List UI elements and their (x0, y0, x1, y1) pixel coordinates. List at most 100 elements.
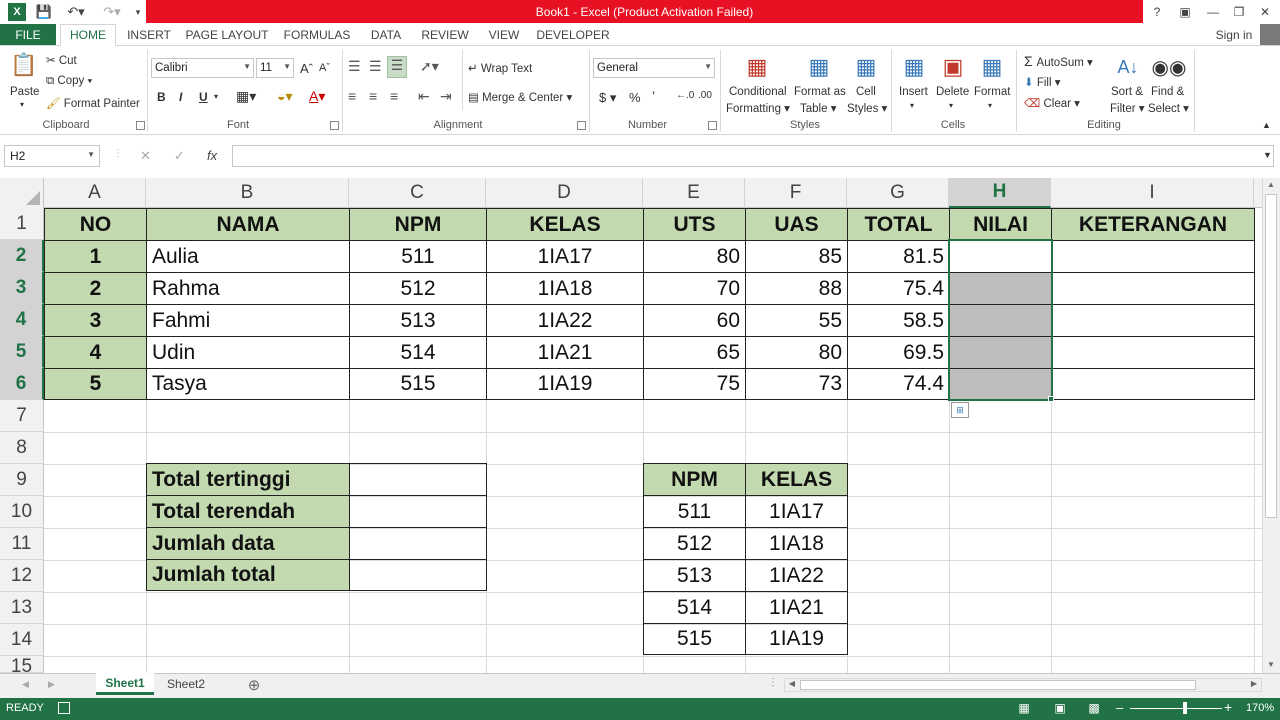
next-sheet-icon[interactable]: ▶ (48, 679, 55, 690)
table-cell[interactable] (1051, 336, 1255, 369)
summary-label-cell[interactable]: Total tertinggi (146, 463, 350, 496)
number-format-select[interactable]: General ▼ (593, 58, 715, 78)
table-cell[interactable]: 1 (44, 240, 147, 273)
horizontal-scroll-thumb[interactable] (800, 680, 1196, 690)
conditional-formatting-button[interactable]: ▦ Conditional Formatting ▾ (724, 52, 790, 116)
table-cell[interactable]: 1IA22 (486, 304, 644, 337)
table-cell[interactable]: 60 (643, 304, 746, 337)
tab-data[interactable]: DATA (366, 24, 406, 46)
format-as-table-button[interactable]: ▦ Format as Table ▾ (792, 52, 846, 116)
table-cell[interactable]: Udin (146, 336, 350, 369)
table-cell[interactable]: 65 (643, 336, 746, 369)
redo-icon[interactable]: ↷▾ (98, 2, 126, 22)
selected-cell[interactable] (949, 368, 1052, 400)
tab-review[interactable]: REVIEW (418, 24, 472, 46)
table-cell[interactable]: 69.5 (847, 336, 950, 369)
macro-record-icon[interactable] (58, 702, 70, 714)
column-header-a[interactable]: A (44, 178, 146, 208)
sort-filter-button[interactable]: A↓ Sort & Filter ▾ (1108, 52, 1148, 116)
table-cell[interactable]: Tasya (146, 368, 350, 400)
lookup-cell[interactable]: 1IA17 (745, 495, 848, 528)
confirm-entry-button[interactable]: ✓ (174, 148, 185, 164)
align-right-icon[interactable]: ≡ (390, 88, 398, 104)
summary-value-cell[interactable] (349, 527, 487, 560)
tab-view[interactable]: VIEW (484, 24, 524, 46)
avatar[interactable] (1260, 24, 1280, 46)
header-cell-kelas[interactable]: KELAS (486, 208, 644, 241)
row-header-4[interactable]: 4 (0, 304, 44, 336)
dialog-launcher-icon[interactable] (330, 121, 339, 130)
name-box[interactable]: H2 ▼ (4, 145, 100, 167)
summary-label-cell[interactable]: Total terendah (146, 495, 350, 528)
increase-indent-icon[interactable]: ⇥ (440, 88, 452, 105)
row-header-8[interactable]: 8 (0, 432, 44, 464)
column-header-b[interactable]: B (146, 178, 349, 208)
paste-button[interactable]: 📋 Paste ▾ (6, 52, 42, 114)
customize-qat-icon[interactable]: ▾ (132, 2, 144, 22)
fill-color-icon[interactable]: ◒▾ (277, 88, 292, 105)
format-cells-button[interactable]: ▦ Format ▾ (972, 52, 1012, 116)
lookup-cell[interactable]: 511 (643, 495, 746, 528)
table-cell[interactable]: 2 (44, 272, 147, 305)
zoom-level[interactable]: 170% (1246, 702, 1274, 714)
undo-icon[interactable]: ↶▾ (62, 2, 90, 22)
column-header-f[interactable]: F (745, 178, 847, 208)
new-sheet-button[interactable]: ⊕ (244, 675, 264, 695)
lookup-cell[interactable]: 514 (643, 591, 746, 624)
lookup-cell[interactable]: 1IA22 (745, 559, 848, 592)
lookup-cell[interactable]: 1IA18 (745, 527, 848, 560)
autosum-button[interactable]: Σ AutoSum ▾ (1024, 53, 1093, 69)
header-cell-nama[interactable]: NAMA (146, 208, 350, 241)
expand-formula-bar-icon[interactable]: ▼ (1263, 150, 1272, 160)
table-cell[interactable] (1051, 240, 1255, 273)
header-cell-no[interactable]: NO (44, 208, 147, 241)
bold-button[interactable]: B (157, 90, 166, 104)
cut-button[interactable]: ✂ Cut (46, 53, 77, 67)
fill-button[interactable]: ⬇ Fill ▾ (1024, 75, 1061, 89)
row-header-14[interactable]: 14 (0, 624, 44, 656)
table-cell[interactable] (1051, 304, 1255, 337)
comma-button[interactable]: ’ (652, 88, 655, 104)
row-header-3[interactable]: 3 (0, 272, 44, 304)
table-cell[interactable] (1051, 272, 1255, 305)
copy-button[interactable]: ⧉ Copy ▾ (46, 75, 92, 88)
column-header-e[interactable]: E (643, 178, 745, 208)
ribbon-display-icon[interactable]: ▣ (1172, 1, 1198, 22)
delete-cells-button[interactable]: ▣ Delete ▾ (934, 52, 972, 116)
lookup-header-kelas[interactable]: KELAS (745, 463, 848, 496)
zoom-slider-thumb[interactable] (1183, 702, 1187, 714)
font-color-icon[interactable]: A▾ (309, 88, 325, 105)
table-cell[interactable]: 81.5 (847, 240, 950, 273)
vertical-scroll-thumb[interactable] (1265, 194, 1277, 518)
insert-function-button[interactable]: fx (207, 148, 217, 163)
table-cell[interactable]: 88 (745, 272, 848, 305)
table-cell[interactable]: 3 (44, 304, 147, 337)
align-middle-icon[interactable]: ☰ (369, 58, 382, 75)
sheet-splitter-icon[interactable]: ⋮ (768, 677, 778, 688)
lookup-cell[interactable]: 1IA21 (745, 591, 848, 624)
scroll-up-icon[interactable]: ▲ (1264, 180, 1278, 192)
align-top-icon[interactable]: ☰ (348, 58, 361, 75)
minimize-icon[interactable]: — (1200, 1, 1226, 22)
table-cell[interactable]: 4 (44, 336, 147, 369)
table-cell[interactable]: Fahmi (146, 304, 350, 337)
underline-button[interactable]: U (199, 90, 208, 104)
row-header-15[interactable]: 15 (0, 656, 44, 673)
table-cell[interactable]: 75.4 (847, 272, 950, 305)
header-cell-nilai[interactable]: NILAI (949, 208, 1052, 241)
row-header-12[interactable]: 12 (0, 560, 44, 592)
normal-view-icon[interactable]: ▦ (1016, 701, 1032, 715)
scroll-down-icon[interactable]: ▼ (1264, 660, 1278, 672)
selected-cell[interactable] (949, 336, 1052, 369)
table-cell[interactable]: 512 (349, 272, 487, 305)
lookup-cell[interactable]: 1IA19 (745, 623, 848, 655)
zoom-in-icon[interactable]: + (1224, 699, 1232, 715)
zoom-slider-track[interactable] (1130, 708, 1222, 709)
cancel-entry-button[interactable]: ✕ (140, 148, 151, 164)
summary-value-cell[interactable] (349, 559, 487, 591)
table-cell[interactable]: 511 (349, 240, 487, 273)
table-cell[interactable]: 1IA17 (486, 240, 644, 273)
row-header-10[interactable]: 10 (0, 496, 44, 528)
grow-font-icon[interactable]: Aˆ (300, 61, 313, 76)
summary-value-cell[interactable] (349, 463, 487, 496)
